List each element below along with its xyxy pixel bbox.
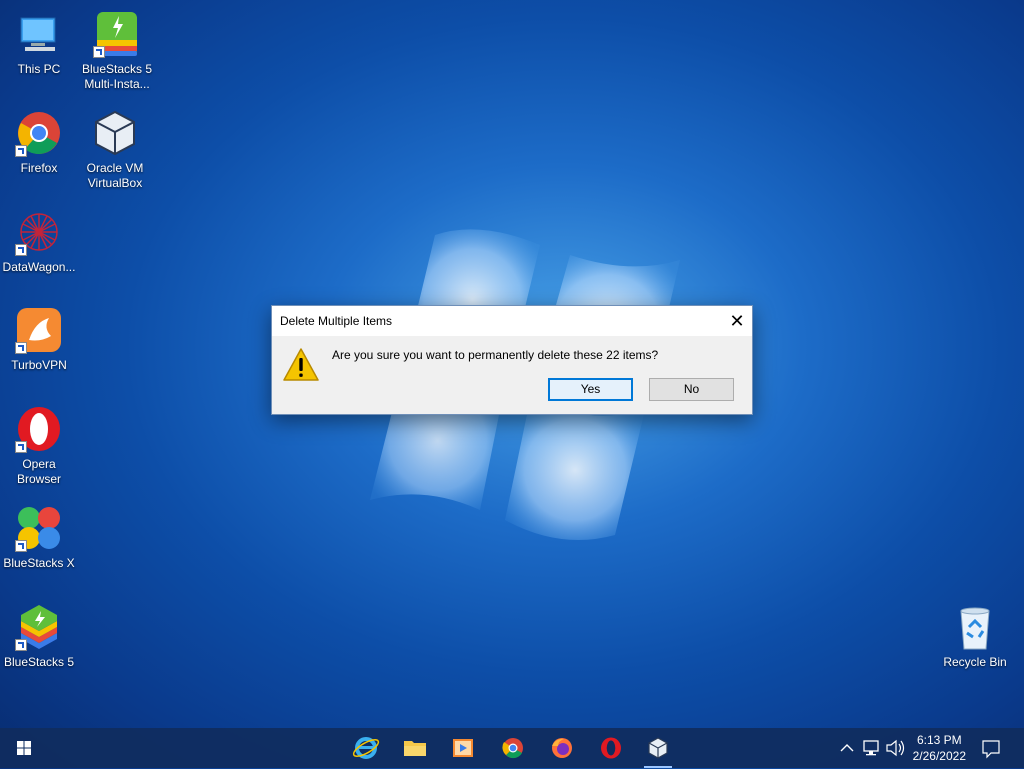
desktop-icon-bluestacks-x[interactable]: BlueStacks X — [0, 498, 78, 571]
taskbar-internet-explorer[interactable] — [346, 732, 386, 764]
desktop-icon-label: This PC — [17, 62, 61, 76]
dialog-message: Are you sure you want to permanently del… — [332, 348, 659, 362]
internet-explorer-icon — [352, 737, 380, 759]
desktop-icon-this-pc[interactable]: This PC — [0, 4, 78, 77]
taskbar-opera[interactable] — [591, 732, 631, 764]
desktop-icon-label: BlueStacks 5 — [3, 655, 75, 669]
dialog-titlebar[interactable]: Delete Multiple Items ✕ — [272, 306, 752, 336]
opera-icon — [601, 737, 621, 759]
desktop-icon-label: DataWagon... — [2, 260, 76, 274]
turbovpn-icon — [15, 306, 63, 354]
volume-icon[interactable] — [884, 728, 906, 768]
clock[interactable]: 6:13 PM 2/26/2022 — [913, 732, 966, 764]
taskbar-chrome[interactable] — [493, 732, 533, 764]
taskbar-media-player[interactable] — [443, 732, 483, 764]
shortcut-arrow-icon — [93, 46, 105, 58]
shortcut-arrow-icon — [15, 639, 27, 651]
desktop-icon-virtualbox[interactable]: Oracle VM VirtualBox — [76, 103, 154, 191]
desktop-icon-firefox[interactable]: Firefox — [0, 103, 78, 176]
chevron-up-icon[interactable] — [838, 728, 856, 768]
computer-icon — [15, 10, 63, 58]
desktop-icon-label: BlueStacks 5 Multi-Insta... — [81, 62, 153, 91]
taskbar-virtualbox[interactable] — [638, 732, 678, 768]
dialog-title: Delete Multiple Items — [280, 314, 393, 328]
warning-icon — [283, 348, 319, 381]
desktop-icon-datawagon[interactable]: DataWagon... — [0, 202, 78, 275]
desktop-icon-bluestacks-multi[interactable]: BlueStacks 5 Multi-Insta... — [78, 4, 156, 92]
taskbar: 6:13 PM 2/26/2022 — [0, 728, 1024, 768]
desktop-icon-label: Opera Browser — [16, 457, 61, 486]
shortcut-arrow-icon — [15, 342, 27, 354]
virtualbox-icon — [91, 109, 139, 157]
firefox-icon — [552, 738, 572, 758]
clock-time: 6:13 PM — [916, 733, 962, 747]
network-icon[interactable] — [860, 728, 882, 768]
chrome-icon — [502, 738, 523, 759]
notification-icon[interactable] — [980, 728, 1002, 768]
taskbar-firefox[interactable] — [542, 732, 582, 764]
shortcut-arrow-icon — [15, 145, 27, 157]
media-player-icon — [453, 739, 473, 757]
desktop-icon-label: TurboVPN — [11, 358, 67, 372]
shortcut-arrow-icon — [15, 244, 27, 256]
virtualbox-icon — [648, 737, 668, 759]
shortcut-arrow-icon — [15, 441, 27, 453]
file-explorer-icon — [404, 741, 426, 756]
desktop-icon-label: Firefox — [20, 161, 58, 175]
desktop-icon-turbovpn[interactable]: TurboVPN — [0, 300, 78, 373]
recycle-bin-icon — [951, 603, 999, 651]
no-button[interactable]: No — [649, 378, 734, 401]
shortcut-arrow-icon — [15, 540, 27, 552]
bluestacks-multi-icon — [93, 10, 141, 58]
opera-icon — [15, 405, 63, 453]
desktop-icon-label: Oracle VM VirtualBox — [86, 161, 144, 190]
start-icon — [17, 741, 31, 755]
start-button[interactable] — [4, 732, 44, 764]
clock-date: 2/26/2022 — [912, 749, 966, 763]
desktop-icon-recycle-bin[interactable]: Recycle Bin — [936, 597, 1014, 670]
desktop-icon-opera[interactable]: Opera Browser — [0, 399, 78, 487]
chrome-icon — [15, 109, 63, 157]
desktop-icon-label: Recycle Bin — [943, 655, 1007, 669]
desktop-icon-bluestacks-5[interactable]: BlueStacks 5 — [0, 597, 78, 670]
bluestacks-x-icon — [15, 504, 63, 552]
delete-confirm-dialog: Delete Multiple Items ✕ Are you sure you… — [271, 305, 753, 415]
desktop-icon-label: BlueStacks X — [3, 556, 75, 570]
bluestacks-icon — [15, 603, 63, 651]
taskbar-file-explorer[interactable] — [395, 732, 435, 764]
close-icon[interactable]: ✕ — [722, 306, 752, 336]
yes-button[interactable]: Yes — [548, 378, 633, 401]
datawagon-icon — [15, 208, 63, 256]
